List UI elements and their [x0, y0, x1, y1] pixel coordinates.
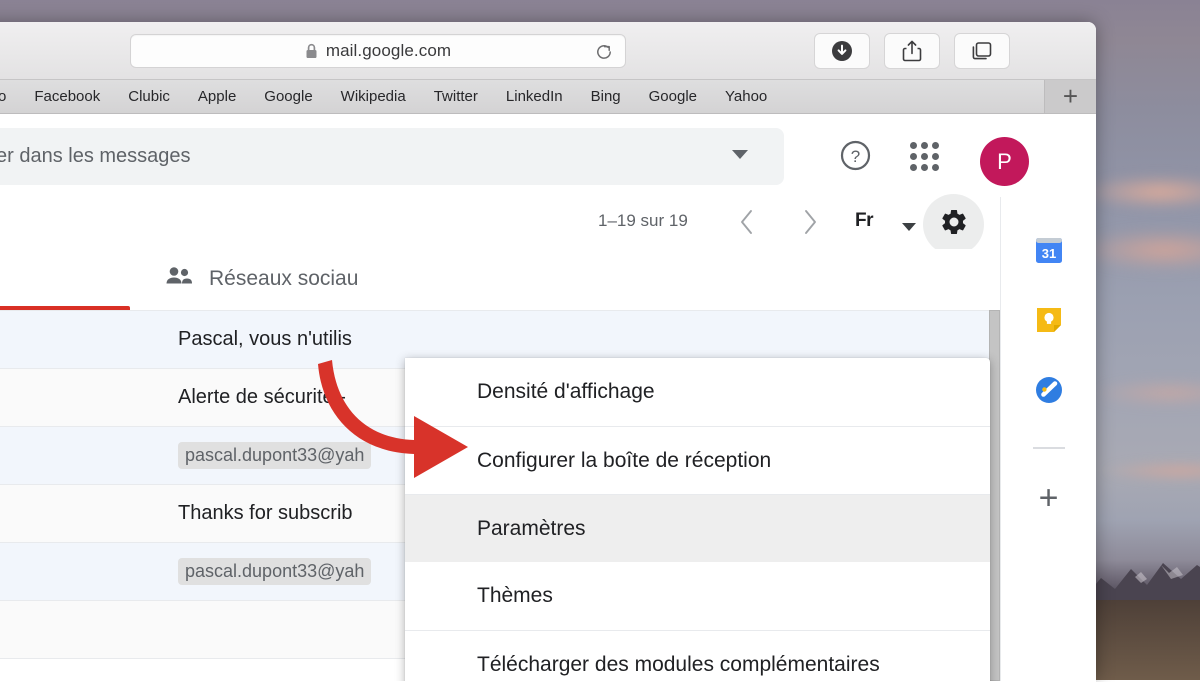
bookmark-item[interactable]: Wikipedia	[327, 88, 420, 105]
chevron-down-icon[interactable]	[902, 223, 916, 231]
menu-item-densite[interactable]: Densité d'affichage	[405, 358, 990, 426]
chevron-left-icon[interactable]	[730, 205, 764, 239]
pagination-count: 1–19 sur 19	[598, 211, 688, 231]
share-icon[interactable]	[884, 33, 940, 69]
bookmark-item[interactable]: Bing	[577, 88, 635, 105]
cloud-streak	[1080, 175, 1200, 209]
vertical-scrollbar[interactable]	[989, 310, 1000, 681]
bookmark-item[interactable]: Clubic	[114, 88, 184, 105]
gmail-toolbar: 1–19 sur 19 Fr	[0, 197, 1096, 249]
bookmark-item[interactable]: DuckDuckGo	[0, 88, 20, 105]
tab-label: Réseaux sociau	[209, 267, 358, 291]
settings-gear-button[interactable]	[923, 194, 984, 255]
browser-window: mail.google.com	[0, 22, 1096, 682]
bookmarks-bar: DuckDuckGo Facebook Clubic Apple Google …	[0, 80, 1096, 114]
gmail-category-tabs: Réseaux sociau	[0, 249, 1096, 311]
add-app-button[interactable]: +	[1039, 481, 1059, 515]
mail-subject: Pascal, vous n'utilis	[178, 328, 352, 351]
menu-item-parametres[interactable]: Paramètres	[405, 494, 990, 562]
language-label[interactable]: Fr	[855, 210, 873, 232]
help-circle-icon[interactable]: ?	[840, 140, 871, 176]
panel-divider	[1033, 447, 1065, 449]
mail-recipient-chip: pascal.dupont33@yah	[178, 442, 371, 469]
new-tab-button[interactable]: +	[1044, 80, 1096, 113]
address-bar[interactable]: mail.google.com	[130, 34, 626, 68]
settings-dropdown-menu: Densité d'affichage Configurer la boîte …	[405, 358, 990, 681]
bookmark-item[interactable]: Apple	[184, 88, 250, 105]
download-icon[interactable]	[814, 33, 870, 69]
mail-subject: Alerte de sécurité -	[178, 386, 346, 409]
scrollbar-thumb[interactable]	[989, 310, 1000, 681]
foreground-dune	[1085, 600, 1200, 680]
google-side-panel: 31 +	[1000, 197, 1096, 681]
tab-overview-icon[interactable]	[954, 33, 1010, 69]
reload-icon[interactable]	[593, 41, 615, 63]
lock-icon	[305, 43, 318, 59]
bookmark-item[interactable]: Yahoo	[711, 88, 781, 105]
tab-reseaux-sociaux[interactable]: Réseaux sociau	[165, 265, 358, 292]
calendar-icon[interactable]: 31	[1032, 233, 1066, 267]
bookmark-item[interactable]: Facebook	[20, 88, 114, 105]
menu-item-telecharger-modules[interactable]: Télécharger des modules complémentaires	[405, 630, 990, 681]
gear-icon	[939, 207, 969, 242]
keep-icon[interactable]	[1032, 303, 1066, 337]
tasks-icon[interactable]	[1032, 373, 1066, 407]
search-input[interactable]: er dans les messages	[0, 128, 784, 185]
menu-item-themes[interactable]: Thèmes	[405, 562, 990, 630]
svg-text:?: ?	[851, 147, 860, 166]
bookmark-item[interactable]: Twitter	[420, 88, 492, 105]
mail-recipient-chip: pascal.dupont33@yah	[178, 558, 371, 585]
cloud-streak	[1090, 380, 1200, 406]
gmail-header: er dans les messages ? P	[0, 114, 1096, 197]
apps-grid-icon[interactable]	[910, 142, 939, 171]
bookmark-item[interactable]: Google	[250, 88, 326, 105]
bookmark-item[interactable]: Google	[635, 88, 711, 105]
url-text: mail.google.com	[326, 41, 451, 61]
gmail-page: er dans les messages ? P 1–19 sur 19	[0, 114, 1096, 681]
menu-item-configurer-boite[interactable]: Configurer la boîte de réception	[405, 426, 990, 494]
browser-toolbar: mail.google.com	[0, 22, 1096, 80]
chevron-down-icon[interactable]	[732, 150, 748, 159]
sidebar-item-principale[interactable]	[0, 306, 130, 310]
people-icon	[165, 265, 193, 292]
bookmarks-list: DuckDuckGo Facebook Clubic Apple Google …	[0, 88, 781, 105]
bookmark-item[interactable]: LinkedIn	[492, 88, 577, 105]
svg-text:31: 31	[1041, 246, 1055, 261]
chevron-right-icon[interactable]	[792, 205, 826, 239]
search-text: er dans les messages	[0, 145, 191, 168]
avatar[interactable]: P	[980, 137, 1029, 186]
mail-subject: Thanks for subscrib	[178, 502, 353, 525]
cloud-streak	[1100, 460, 1200, 482]
